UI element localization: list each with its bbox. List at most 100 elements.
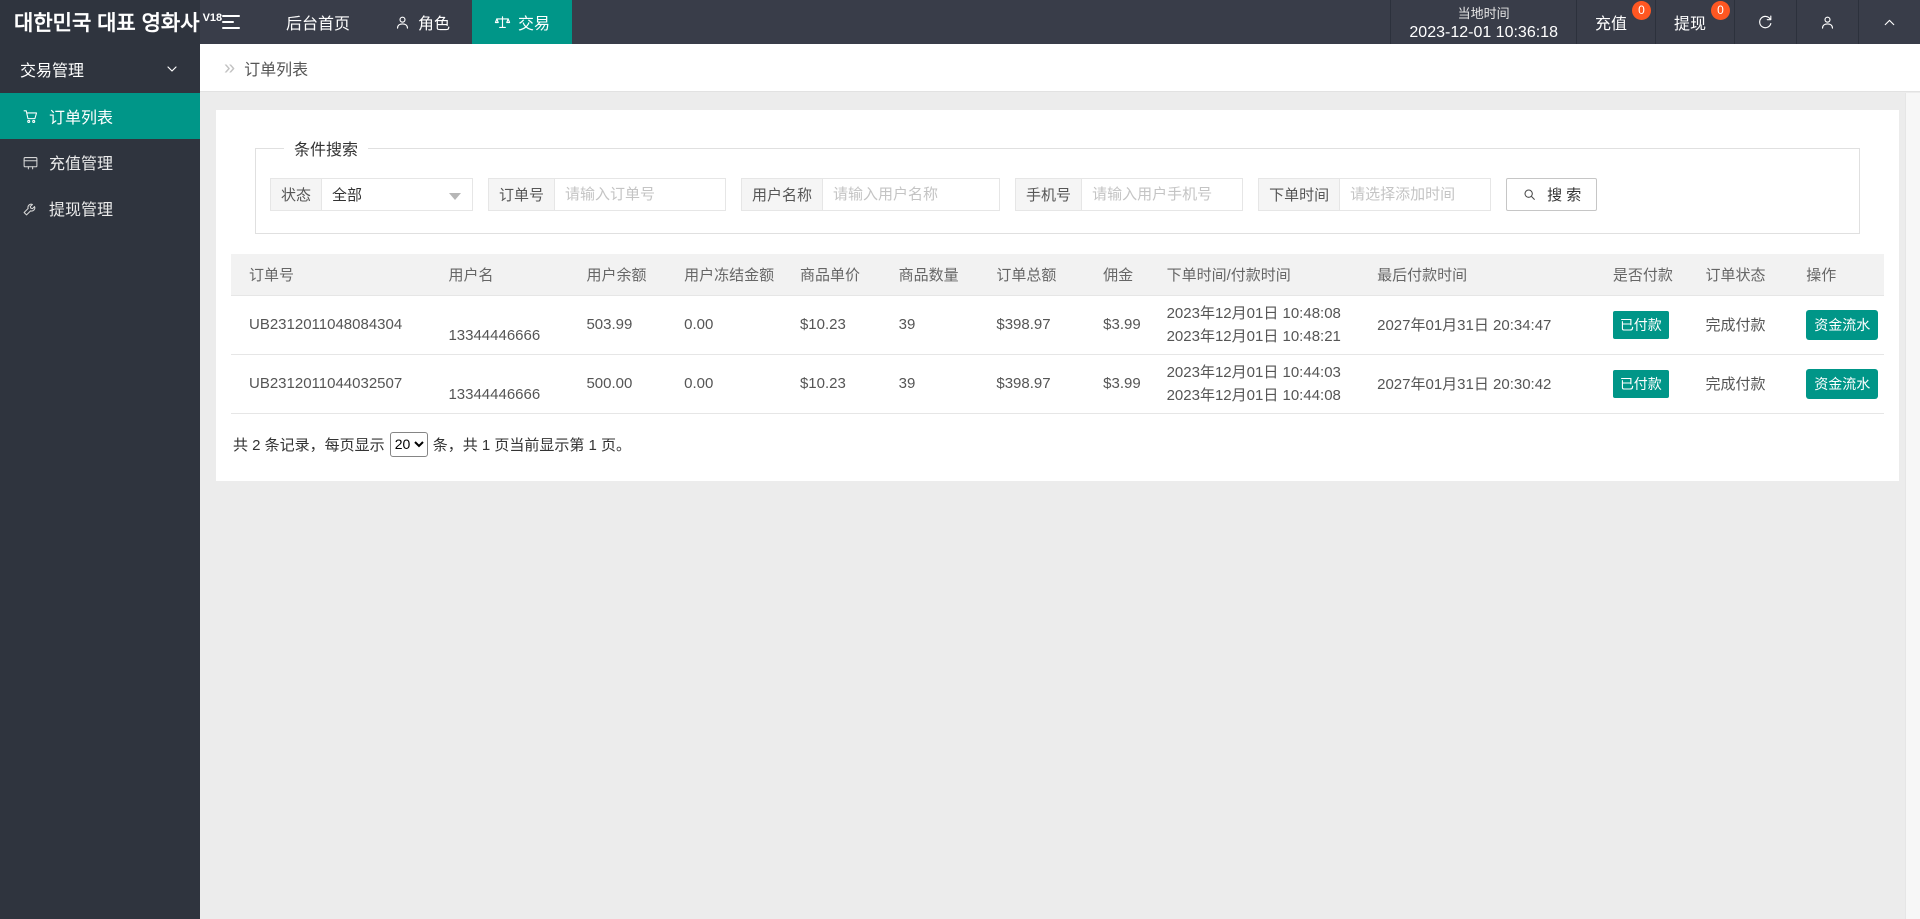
sidebar: 交易管理 订单列表 充值管理 提现管理 [0, 44, 200, 919]
nav-item-home[interactable]: 后台首页 [264, 0, 372, 44]
table-row: UB2312011048084304 13344446666 503.99 0.… [231, 295, 1884, 355]
sidebar-item-recharge-management[interactable]: 充值管理 [0, 139, 200, 185]
pay-time: 2023年12月01日 10:48:21 [1166, 327, 1341, 345]
cell-order-pay-time: 2023年12月01日 10:44:03 2023年12月01日 10:44:0… [1148, 354, 1360, 414]
person-icon [1821, 16, 1834, 29]
order-time-input[interactable] [1339, 178, 1492, 211]
cell-frozen: 0.00 [666, 295, 782, 355]
col-total: 订单总额 [978, 254, 1086, 296]
recharge-count-badge: 0 [1631, 1, 1651, 20]
cell-unit-price: $10.23 [781, 295, 881, 355]
nav-trade-label: 交易 [518, 16, 551, 33]
fund-flow-button[interactable]: 资金流水 [1806, 368, 1879, 399]
col-frozen: 用户冻结金额 [666, 254, 782, 296]
orders-table: 订单号 用户名 用户余额 用户冻结金额 商品单价 商品数量 订单总额 佣金 下单… [231, 254, 1884, 414]
user-menu-button[interactable] [1796, 0, 1858, 44]
card-icon [23, 156, 38, 169]
col-commission: 佣金 [1085, 254, 1149, 296]
cell-commission: $3.99 [1085, 295, 1149, 355]
sidebar-item-label: 订单列表 [49, 110, 114, 127]
cell-balance: 503.99 [568, 295, 667, 355]
username-input[interactable] [822, 178, 1001, 211]
pagination-prefix: 共 2 条记录，每页显示 [233, 436, 385, 454]
main-content: » 订单列表 条件搜索 状态 全部 订单号 用户名称 [200, 44, 1920, 919]
double-chevron-right-icon: » [224, 56, 236, 79]
order-no-label: 订单号 [488, 178, 556, 211]
username-label: 用户名称 [741, 178, 824, 211]
recharge-label: 充值 [1594, 16, 1627, 33]
sidebar-group-label: 交易管理 [20, 62, 85, 80]
breadcrumb-label: 订单列表 [244, 61, 309, 79]
nav-item-role[interactable]: 角色 [372, 0, 472, 44]
nav-role-label: 角色 [418, 16, 451, 33]
order-time-label: 下单时间 [1258, 178, 1341, 211]
col-order-no: 订单号 [231, 254, 431, 296]
sidebar-collapse-button[interactable] [200, 0, 264, 44]
cell-paid: 已付款 [1594, 354, 1688, 414]
nav-item-trade[interactable]: 交易 [472, 0, 573, 44]
sidebar-item-withdraw-management[interactable]: 提现管理 [0, 185, 200, 231]
paid-status-badge: 已付款 [1612, 369, 1669, 398]
person-icon [396, 16, 409, 29]
nav-home-label: 后台首页 [286, 16, 351, 33]
sidebar-group-trade-management[interactable]: 交易管理 [0, 44, 200, 93]
wrench-icon [23, 203, 36, 215]
col-order-pay-time: 下单时间/付款时间 [1148, 254, 1360, 296]
cell-quantity: 39 [880, 354, 979, 414]
fund-flow-button[interactable]: 资金流水 [1806, 309, 1879, 340]
cell-total: $398.97 [978, 295, 1086, 355]
nav-item-withdraw[interactable]: 提现 0 [1654, 0, 1734, 44]
select-caret-icon [449, 192, 462, 200]
phone-filter-group: 手机号 [1015, 178, 1244, 211]
cell-frozen: 0.00 [666, 354, 782, 414]
cell-order-status: 完成付款 [1687, 354, 1789, 414]
app-logo: 대한민국 대표 영화사 V18 [0, 0, 222, 44]
nav-item-recharge[interactable]: 充值 0 [1575, 0, 1655, 44]
chevron-up-icon [1884, 19, 1895, 25]
cell-balance: 500.00 [568, 354, 667, 414]
paid-status-badge: 已付款 [1612, 310, 1669, 339]
search-button[interactable]: 搜 索 [1506, 178, 1598, 211]
cell-order-pay-time: 2023年12月01日 10:48:08 2023年12月01日 10:48:2… [1148, 295, 1360, 355]
phone-input[interactable] [1081, 178, 1244, 211]
order-time: 2023年12月01日 10:44:03 [1166, 363, 1341, 381]
cart-icon [23, 109, 38, 123]
cell-username: 13344446666 [430, 354, 569, 414]
cell-order-no: UB2312011044032507 [231, 354, 431, 414]
sidebar-item-order-list[interactable]: 订单列表 [0, 93, 200, 139]
page-size-select[interactable]: 20 [389, 431, 428, 457]
fullscreen-toggle-button[interactable] [1858, 0, 1920, 44]
cell-paid: 已付款 [1594, 295, 1688, 355]
search-legend: 条件搜索 [294, 142, 359, 159]
sidebar-item-label: 充值管理 [49, 156, 114, 173]
chevron-down-icon [167, 65, 177, 72]
col-actions: 操作 [1788, 254, 1884, 296]
cell-order-no: UB2312011048084304 [231, 295, 431, 355]
username-filter-group: 用户名称 [741, 178, 1001, 211]
cell-unit-price: $10.23 [781, 354, 881, 414]
search-icon [1524, 188, 1535, 200]
breadcrumb: » 订单列表 [200, 44, 1920, 92]
search-button-label: 搜 索 [1547, 187, 1582, 204]
cell-actions: 资金流水 [1788, 295, 1884, 355]
refresh-button[interactable] [1734, 0, 1796, 44]
status-select[interactable]: 全部 [321, 178, 474, 211]
cell-actions: 资金流水 [1788, 354, 1884, 414]
content-card: 条件搜索 状态 全部 订单号 用户名称 手 [216, 110, 1899, 481]
scales-icon [494, 15, 511, 28]
cell-last-pay-time: 2027年01月31日 20:30:42 [1359, 354, 1595, 414]
cell-order-status: 完成付款 [1687, 295, 1789, 355]
sidebar-item-label: 提现管理 [49, 202, 114, 219]
hamburger-icon [222, 15, 242, 29]
search-fieldset: 条件搜索 状态 全部 订单号 用户名称 手 [255, 136, 1860, 234]
cell-username: 13344446666 [430, 295, 569, 355]
top-bar: 대한민국 대표 영화사 V18 后台首页 角色 交易 当地时间 2023-12-… [0, 0, 1920, 44]
col-username: 用户名 [430, 254, 569, 296]
cell-total: $398.97 [978, 354, 1086, 414]
order-no-filter-group: 订单号 [488, 178, 727, 211]
order-no-input[interactable] [554, 178, 727, 211]
cell-quantity: 39 [880, 295, 979, 355]
pay-time: 2023年12月01日 10:44:08 [1166, 386, 1341, 404]
vertical-scrollbar[interactable] [1905, 93, 1920, 919]
local-time-block: 当地时间 2023-12-01 10:36:18 [1390, 0, 1576, 44]
